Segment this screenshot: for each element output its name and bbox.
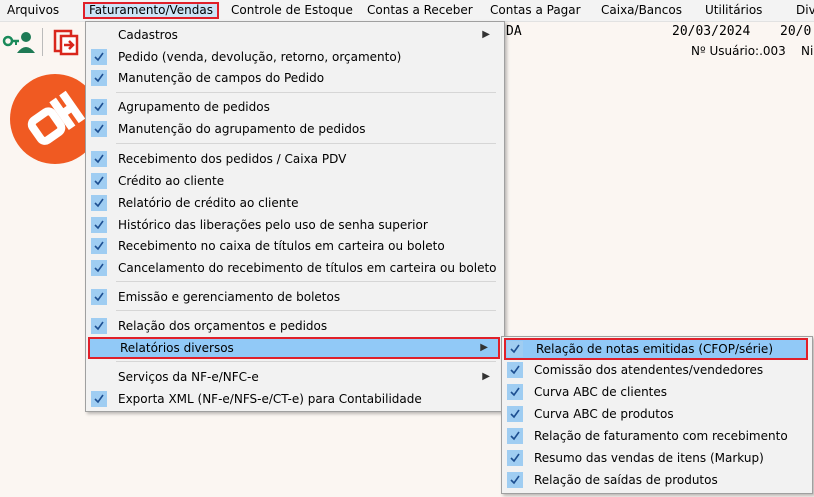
menu-item-emissao-e-gerenciamento-de-boletos[interactable]: Emissão e gerenciamento de boletos — [88, 286, 500, 308]
menu-item-exporta-xml-nf-e-nfs-e-ct-e-para-contabi[interactable]: Exporta XML (NF-e/NFS-e/CT-e) para Conta… — [88, 388, 500, 410]
submenu-arrow-icon: ▶ — [482, 29, 490, 40]
menu-item-credito-ao-cliente[interactable]: Crédito ao cliente — [88, 170, 500, 192]
menu-item-label: Serviços da NF-e/NFC-e — [118, 370, 259, 384]
menu-item-relacao-de-saidas-de-produtos[interactable]: Relação de saídas de produtos — [504, 469, 808, 491]
check-icon — [507, 472, 523, 488]
menu-bar: Arquivos Faturamento/Vendas Controle de … — [0, 0, 814, 22]
check-icon — [91, 99, 107, 115]
menu-item-label: Curva ABC de produtos — [534, 407, 674, 421]
menu-controle-estoque[interactable]: Controle de Estoque — [225, 2, 359, 19]
menu-separator — [116, 143, 496, 144]
menu-item-agrupamento-de-pedidos[interactable]: Agrupamento de pedidos — [88, 96, 500, 118]
menu-item-servicos-da-nf-e-nfc-e[interactable]: Serviços da NF-e/NFC-e ▶ — [88, 366, 500, 388]
menu-item-relacao-dos-orcamentos-e-pedidos[interactable]: Relação dos orçamentos e pedidos — [88, 315, 500, 337]
check-icon — [91, 195, 107, 211]
check-icon — [507, 406, 523, 422]
menu-item-pedido-venda-devolucao-retorno-orcamento[interactable]: Pedido (venda, devolução, retorno, orçam… — [88, 46, 500, 68]
check-icon — [91, 318, 107, 334]
system-date: 20/03/2024 — [672, 24, 751, 39]
menu-item-recebimento-dos-pedidos-caixa-pdv[interactable]: Recebimento dos pedidos / Caixa PDV — [88, 148, 500, 170]
check-icon — [507, 450, 523, 466]
user-name-tail: Ni — [801, 44, 814, 58]
menu-item-label: Relação de saídas de produtos — [534, 473, 718, 487]
menu-item-label: Relação dos orçamentos e pedidos — [118, 319, 328, 333]
check-icon — [91, 260, 107, 276]
check-icon — [91, 49, 107, 65]
menu-item-resumo-das-vendas-de-itens-markup[interactable]: Resumo das vendas de itens (Markup) — [504, 447, 808, 469]
check-icon — [507, 384, 523, 400]
menu-contas-pagar[interactable]: Contas a Pagar — [484, 2, 587, 19]
menu-item-historico-das-liberacoes-pelo-uso-de-sen[interactable]: Histórico das liberações pelo uso de sen… — [88, 214, 500, 236]
menu-item-cancelamento-do-recebimento-de-titulos-e[interactable]: Cancelamento do recebimento de títulos e… — [88, 257, 500, 279]
menu-item-label: Recebimento dos pedidos / Caixa PDV — [118, 152, 347, 166]
menu-item-label: Manutenção de campos do Pedido — [118, 71, 325, 85]
menu-item-label: Manutenção do agrupamento de pedidos — [118, 122, 366, 136]
menu-item-label: Agrupamento de pedidos — [118, 100, 270, 114]
menu-item-label: Relatórios diversos — [120, 341, 234, 355]
menu-separator — [116, 310, 496, 311]
check-icon — [91, 70, 107, 86]
check-icon — [507, 428, 523, 444]
check-icon — [91, 151, 107, 167]
relatorios-diversos-submenu: Relação de notas emitidas (CFOP/série) Co… — [501, 336, 813, 494]
menu-contas-receber[interactable]: Contas a Receber — [361, 2, 479, 19]
menu-item-relacao-de-faturamento-com-recebimento[interactable]: Relação de faturamento com recebimento — [504, 425, 808, 447]
menu-separator — [116, 281, 496, 282]
menu-caixa-bancos[interactable]: Caixa/Bancos — [595, 2, 688, 19]
menu-item-label: Relação de faturamento com recebimento — [534, 429, 788, 443]
key-user-icon[interactable] — [2, 29, 36, 55]
menu-item-label: Comissão dos atendentes/vendedores — [534, 363, 764, 377]
menu-utilitarios[interactable]: Utilitários — [699, 2, 768, 19]
menu-item-recebimento-no-caixa-de-titulos-em-carte[interactable]: Recebimento no caixa de títulos em carte… — [88, 235, 500, 257]
check-icon — [91, 173, 107, 189]
menu-item-curva-abc-de-clientes[interactable]: Curva ABC de clientes — [504, 381, 808, 403]
submenu-arrow-icon: ▶ — [480, 342, 488, 353]
menu-item-label: Emissão e gerenciamento de boletos — [118, 290, 341, 304]
menu-item-relatorios-diversos[interactable]: Relatórios diversos ▶ — [88, 337, 500, 359]
menu-item-label: Curva ABC de clientes — [534, 385, 668, 399]
secondary-date: 20/0 — [780, 24, 812, 39]
submenu-arrow-icon: ▶ — [482, 371, 490, 382]
check-icon — [507, 341, 523, 357]
menu-separator — [116, 361, 496, 362]
menu-item-label: Relação de notas emitidas (CFOP/série) — [536, 342, 773, 356]
check-icon — [91, 121, 107, 137]
menu-item-comissao-dos-atendentes-vendedores[interactable]: Comissão dos atendentes/vendedores — [504, 359, 808, 381]
check-icon — [91, 391, 107, 407]
menu-item-relatorio-de-credito-ao-cliente[interactable]: Relatório de crédito ao cliente — [88, 192, 500, 214]
menu-arquivos[interactable]: Arquivos — [1, 2, 65, 19]
menu-item-label: Crédito ao cliente — [118, 174, 225, 188]
menu-item-curva-abc-de-produtos[interactable]: Curva ABC de produtos — [504, 403, 808, 425]
menu-separator — [116, 92, 496, 93]
menu-div[interactable]: Div — [790, 2, 814, 19]
menu-item-relacao-de-notas-emitidas-cfop-serie[interactable]: Relação de notas emitidas (CFOP/série) — [504, 338, 808, 360]
menu-item-label: Pedido (venda, devolução, retorno, orçam… — [118, 50, 402, 64]
menu-item-label: Cadastros — [118, 28, 178, 42]
check-icon — [91, 238, 107, 254]
toolbar-divider — [42, 28, 43, 56]
menu-item-label: Cancelamento do recebimento de títulos e… — [118, 261, 497, 275]
menu-item-label: Exporta XML (NF-e/NFS-e/CT-e) para Conta… — [118, 392, 422, 406]
menu-item-label: Resumo das vendas de itens (Markup) — [534, 451, 764, 465]
menu-item-manutencao-do-agrupamento-de-pedidos[interactable]: Manutenção do agrupamento de pedidos — [88, 118, 500, 140]
exit-icon[interactable] — [52, 28, 80, 56]
check-icon — [91, 217, 107, 233]
company-name-tail: DA — [506, 24, 522, 39]
menu-item-manutencao-de-campos-do-pedido[interactable]: Manutenção de campos do Pedido — [88, 67, 500, 89]
check-icon — [91, 289, 107, 305]
menu-item-label: Histórico das liberações pelo uso de sen… — [118, 218, 428, 232]
menu-item-cadastros[interactable]: Cadastros ▶ — [88, 24, 500, 46]
menu-item-label: Recebimento no caixa de títulos em carte… — [118, 239, 445, 253]
menu-faturamento-vendas[interactable]: Faturamento/Vendas — [83, 2, 220, 19]
check-icon — [507, 362, 523, 378]
user-number: Nº Usuário:.003 — [691, 44, 786, 58]
menu-item-label: Relatório de crédito ao cliente — [118, 196, 299, 210]
faturamento-dropdown: Cadastros ▶ Pedido (venda, devolução, reto… — [85, 21, 505, 412]
